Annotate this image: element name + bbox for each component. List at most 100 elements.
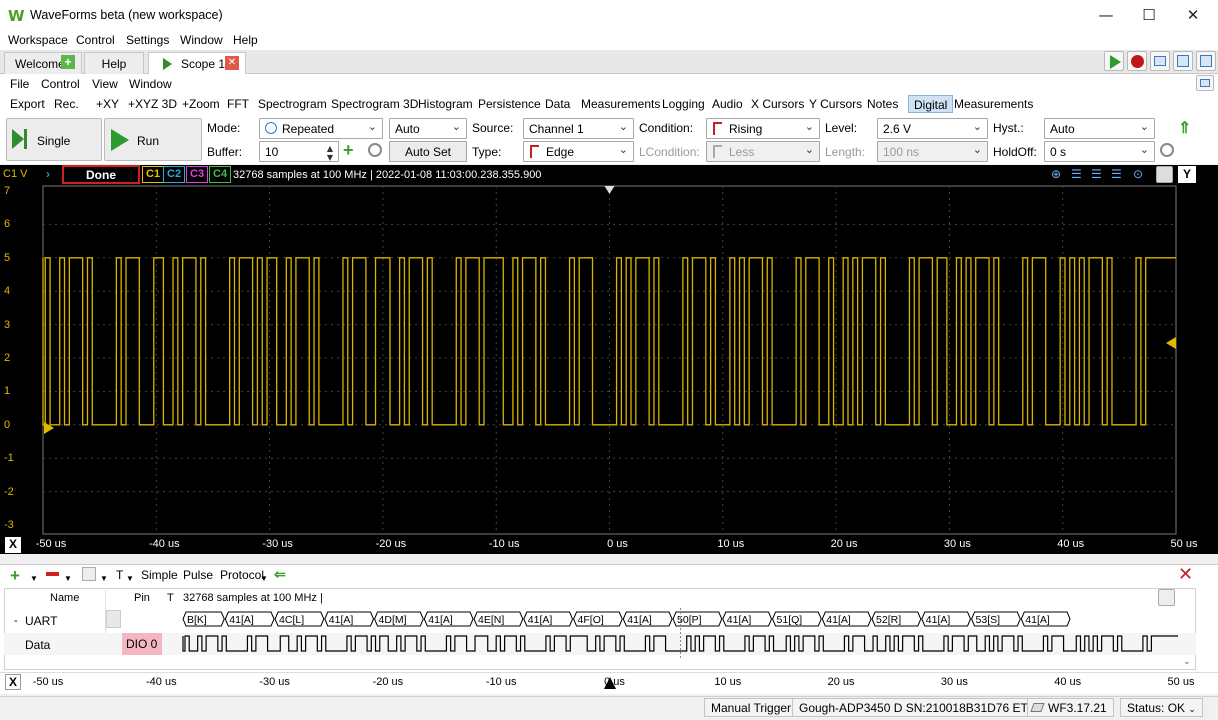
tool-digital-measurements[interactable]: Measurements [954,97,1033,111]
tool-measurements[interactable]: Measurements [581,97,660,111]
tool-data[interactable]: Data [545,97,570,111]
edit-signal-icon[interactable] [82,567,96,581]
minimize-button[interactable]: — [1096,6,1116,26]
tool-add-zoom[interactable]: +Zoom [182,97,220,111]
run-all-button[interactable] [1104,51,1124,71]
x-axis-button[interactable]: X [5,537,21,553]
tab-welcome[interactable]: Welcome + [4,52,82,74]
length-select[interactable]: 100 ns ⌄ [877,141,988,162]
channel-4-toggle[interactable]: C4 [209,166,232,183]
lcondition-select[interactable]: Less ⌄ [706,141,820,162]
tool-x-cursors[interactable]: X Cursors [751,97,804,111]
chevron-down-icon[interactable]: ▼ [100,574,108,583]
tool-spectrogram[interactable]: Spectrogram [258,97,327,111]
tab-help[interactable]: Help [84,52,144,74]
settings-gear-icon[interactable] [368,143,382,157]
run-button[interactable]: Run [104,118,202,161]
mode-select[interactable]: Repeated ⌄ [259,118,383,139]
type-select[interactable]: Edge ⌄ [523,141,634,162]
chevron-down-icon[interactable]: ▼ [126,574,134,583]
tool-notes[interactable]: Notes [867,97,898,111]
arrow-left-icon[interactable]: ⇐ [274,566,286,583]
la-x-axis-button[interactable]: X [5,674,21,690]
panel-splitter[interactable] [0,554,1218,564]
channel-3-toggle[interactable]: C3 [186,166,209,183]
plot-settings-icon[interactable] [1156,166,1173,183]
single-button[interactable]: Single [6,118,102,161]
channel-1-toggle[interactable]: C1 [142,166,165,183]
arrow-up-icon[interactable]: ⇑ [1178,118,1191,138]
app-logo-icon: W [8,7,25,25]
expand-chevron-icon[interactable]: › [46,167,50,181]
record-icon [1131,55,1144,68]
la-simple-button[interactable]: Simple [141,568,178,582]
tool-add-xy[interactable]: +XY [96,97,119,111]
chevron-down-icon[interactable]: ▼ [64,574,72,583]
tool-histogram[interactable]: Histogram [418,97,473,111]
logic-waveforms[interactable]: B[K] 41[A] 4C[L] 41[A] 4D[M] 41[A] 4E[N] 41[A] 4… [0,608,1218,658]
close-tab-icon[interactable]: ✕ [225,56,239,70]
remove-signal-icon[interactable] [46,572,59,576]
tab-scope-1[interactable]: Scope 1 ✕ [148,52,246,74]
scope-menu-control[interactable]: Control [41,77,80,91]
tool-record[interactable]: Rec. [54,97,79,111]
menu-help[interactable]: Help [233,33,258,47]
menu-control[interactable]: Control [76,33,115,47]
align-bottom-icon[interactable]: ☰ [1111,167,1122,181]
scope-plot[interactable] [0,184,1218,536]
menu-settings[interactable]: Settings [126,33,169,47]
la-protocol-button[interactable]: Protocol [220,568,264,582]
y-tick-label: 3 [4,318,11,331]
tool-fft[interactable]: FFT [227,97,249,111]
zoom-icon[interactable]: ⊕ [1051,167,1061,181]
tool-export[interactable]: Export [10,97,45,111]
scope-dock-button[interactable] [1196,75,1214,91]
record-button[interactable] [1127,51,1147,71]
buffer-stepper[interactable]: 10 ▲ ▼ [259,141,339,162]
tool-audio[interactable]: Audio [712,97,743,111]
level-select[interactable]: 2.6 V ⌄ [877,118,988,139]
tool-spectrogram-3d[interactable]: Spectrogram 3D [331,97,418,111]
la-pulse-button[interactable]: Pulse [183,568,213,582]
align-top-icon[interactable]: ☰ [1071,167,1082,181]
dock-button[interactable] [1196,51,1216,71]
holdoff-select[interactable]: 0 s ⌄ [1044,141,1155,162]
version-status[interactable]: WF3.17.21 [1027,698,1114,717]
tool-persistence[interactable]: Persistence [478,97,541,111]
text-format-icon[interactable]: T [116,568,123,582]
chevron-down-icon[interactable]: ▼ [260,574,268,583]
logic-settings-icon[interactable] [1158,589,1175,606]
scope-menu-file[interactable]: File [10,77,29,91]
tool-digital[interactable]: Digital [908,95,954,113]
maximize-button[interactable]: ☐ [1139,6,1159,26]
add-signal-icon[interactable]: + [10,566,20,586]
y-axis-button[interactable]: Y [1178,166,1196,183]
tile-windows-button[interactable] [1173,51,1193,71]
close-button[interactable]: ✕ [1183,6,1203,26]
trigger-mode-status[interactable]: Manual Trigger [704,698,799,717]
close-panel-icon[interactable]: ✕ [1178,564,1193,585]
tool-y-cursors[interactable]: Y Cursors [809,97,862,111]
trigger-auto-select[interactable]: Auto ⌄ [389,118,467,139]
chevron-down-icon[interactable]: ▼ [30,574,38,583]
device-status[interactable]: Gough-ADP3450 D SN:210018B31D76 ETH:LX [792,698,1062,717]
add-icon[interactable]: + [61,55,75,69]
hyst-select[interactable]: Auto ⌄ [1044,118,1155,139]
auto-set-button[interactable]: Auto Set [389,141,467,162]
holdoff-settings-icon[interactable] [1160,143,1174,157]
cascade-windows-button[interactable] [1150,51,1170,71]
condition-select[interactable]: Rising ⌄ [706,118,820,139]
scope-menu-window[interactable]: Window [129,77,172,91]
scope-menu-view[interactable]: View [92,77,118,91]
tool-logging[interactable]: Logging [662,97,705,111]
source-select[interactable]: Channel 1 ⌄ [523,118,634,139]
align-middle-icon[interactable]: ☰ [1091,167,1102,181]
menu-window[interactable]: Window [180,33,223,47]
add-buffer-icon[interactable]: + [343,140,354,161]
scroll-down-icon[interactable]: ⌄ [1183,656,1191,667]
menu-workspace[interactable]: Workspace [8,33,68,47]
magnify-icon[interactable]: ⊙ [1133,167,1143,181]
channel-2-toggle[interactable]: C2 [163,166,186,183]
tool-add-xyz[interactable]: +XYZ 3D [128,97,177,111]
connection-status[interactable]: Status: OK ⌄ [1120,698,1203,717]
